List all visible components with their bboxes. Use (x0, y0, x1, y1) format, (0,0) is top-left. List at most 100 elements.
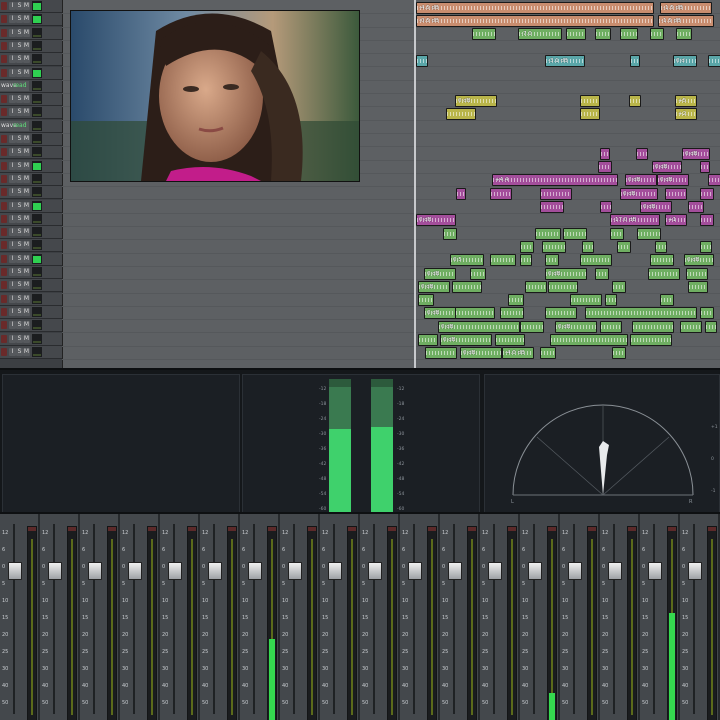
audio-clip[interactable] (585, 307, 697, 320)
audio-clip[interactable] (508, 294, 524, 307)
track-header-row[interactable]: ISM (0, 199, 62, 213)
audio-clip[interactable]: +4.4 (492, 174, 618, 187)
solo-icon[interactable]: S (16, 148, 23, 157)
audio-clip[interactable] (700, 214, 714, 227)
audio-clip[interactable]: 0 dB (440, 334, 492, 346)
audio-clip[interactable]: -1.5 dB (660, 1, 712, 14)
audio-clip[interactable]: -7.0 (518, 28, 562, 41)
audio-clip[interactable] (425, 347, 457, 360)
audio-clip[interactable] (595, 267, 609, 280)
audio-clip[interactable] (700, 240, 712, 253)
audio-clip[interactable] (600, 201, 612, 213)
audio-clip[interactable] (629, 94, 641, 107)
audio-clip[interactable] (612, 347, 626, 360)
audio-clip[interactable]: 0 dB (684, 254, 714, 267)
audio-clip[interactable] (648, 267, 680, 280)
audio-clip[interactable] (632, 320, 674, 333)
track-header-row[interactable]: ISM (0, 159, 62, 173)
audio-clip[interactable] (617, 240, 631, 253)
audio-clip[interactable] (676, 28, 692, 41)
audio-clip[interactable] (540, 187, 572, 200)
input-monitor-icon[interactable]: I (9, 15, 16, 24)
audio-clip[interactable] (535, 227, 561, 240)
audio-clip[interactable]: -0.5 dB (416, 14, 654, 27)
input-monitor-icon[interactable]: I (9, 307, 16, 316)
audio-clip[interactable]: 0 dB (620, 187, 658, 200)
volume-fader[interactable] (568, 562, 582, 580)
solo-icon[interactable]: S (16, 214, 23, 223)
audio-clip[interactable]: -3.1 dB (545, 54, 585, 67)
solo-icon[interactable]: S (16, 161, 23, 170)
volume-fader[interactable] (248, 562, 262, 580)
record-icon[interactable] (1, 95, 7, 104)
audio-clip[interactable] (500, 307, 524, 320)
solo-icon[interactable]: S (16, 41, 23, 50)
audio-clip[interactable] (705, 320, 717, 333)
track-header-row[interactable]: ISM (0, 305, 62, 319)
audio-clip[interactable] (636, 147, 648, 160)
volume-fader[interactable] (8, 562, 22, 580)
track-header-row[interactable]: ISM (0, 252, 62, 266)
mute-icon[interactable]: M (23, 201, 30, 210)
audio-clip[interactable] (600, 320, 622, 333)
track-header-row[interactable]: ISM (0, 292, 62, 306)
audio-clip[interactable] (688, 280, 708, 293)
audio-clip[interactable] (525, 280, 547, 293)
record-icon[interactable] (1, 268, 7, 276)
audio-clip[interactable] (416, 54, 428, 67)
mute-icon[interactable]: M (23, 281, 30, 290)
input-monitor-icon[interactable]: I (9, 161, 16, 170)
mute-icon[interactable]: M (23, 41, 30, 50)
playhead-icon[interactable] (414, 0, 416, 368)
input-monitor-icon[interactable]: I (9, 294, 16, 303)
mute-icon[interactable]: M (23, 334, 30, 343)
volume-fader[interactable] (648, 562, 662, 580)
audio-clip[interactable] (655, 240, 667, 253)
track-header-row[interactable]: ISM (0, 0, 62, 13)
track-header-row[interactable]: ISM (0, 133, 62, 146)
audio-clip[interactable] (520, 240, 534, 253)
mute-icon[interactable]: M (23, 294, 30, 303)
audio-clip[interactable] (580, 254, 612, 267)
input-monitor-icon[interactable]: I (9, 148, 16, 157)
input-monitor-icon[interactable]: I (9, 347, 16, 356)
mute-icon[interactable]: M (23, 268, 30, 276)
record-icon[interactable] (1, 347, 7, 356)
record-icon[interactable] (1, 55, 7, 64)
record-icon[interactable] (1, 294, 7, 303)
solo-icon[interactable]: S (16, 188, 23, 197)
record-icon[interactable] (1, 15, 7, 24)
audio-clip[interactable] (495, 334, 525, 346)
audio-clip[interactable]: 0 d (673, 54, 697, 67)
input-monitor-icon[interactable]: I (9, 2, 16, 10)
audio-clip[interactable]: -4.0 dB (502, 347, 534, 360)
record-icon[interactable] (1, 135, 7, 143)
audio-clip[interactable]: 0 dB (652, 161, 682, 174)
volume-fader[interactable] (88, 562, 102, 580)
record-icon[interactable] (1, 254, 7, 263)
audio-clip[interactable] (680, 320, 702, 333)
audio-clip[interactable] (620, 28, 638, 41)
track-header-row[interactable]: ISM (0, 319, 62, 333)
record-icon[interactable] (1, 228, 7, 237)
record-icon[interactable] (1, 148, 7, 157)
mute-icon[interactable]: M (23, 347, 30, 356)
mute-icon[interactable]: M (23, 2, 30, 10)
audio-clip[interactable]: +5. (675, 94, 697, 107)
audio-clip[interactable]: 0 dB (682, 147, 710, 160)
input-monitor-icon[interactable]: I (9, 174, 16, 183)
track-header-row[interactable]: ISM (0, 146, 62, 160)
solo-icon[interactable]: S (16, 254, 23, 263)
audio-clip[interactable] (650, 254, 674, 267)
audio-clip[interactable]: 0 dB (455, 94, 497, 107)
audio-clip[interactable] (708, 54, 720, 67)
solo-icon[interactable]: S (16, 174, 23, 183)
audio-clip[interactable] (548, 280, 578, 293)
audio-clip[interactable]: 0 dB (625, 174, 657, 187)
audio-clip[interactable] (660, 294, 674, 307)
input-monitor-icon[interactable]: I (9, 108, 16, 117)
audio-clip[interactable] (545, 307, 577, 320)
audio-clip[interactable]: 0 dB (545, 267, 587, 280)
record-icon[interactable] (1, 108, 7, 117)
track-header-row[interactable]: ISM (0, 212, 62, 226)
